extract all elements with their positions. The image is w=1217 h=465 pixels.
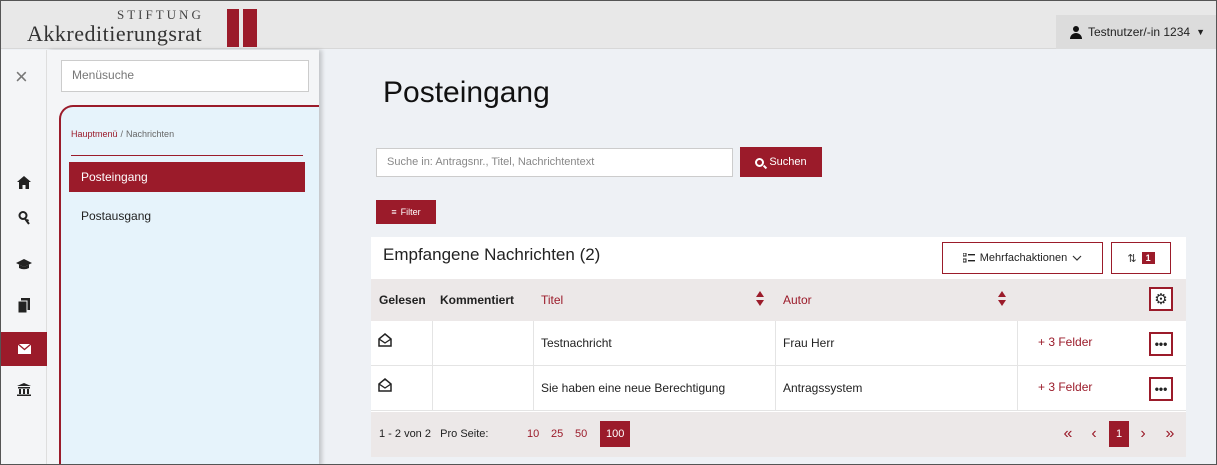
logo-name-text: Akkreditierungsrat [27,21,203,46]
column-divider [775,366,776,411]
column-read: Gelesen [379,293,426,307]
row-title: Sie haben eine neue Berechtigung [541,381,726,395]
row-author: Frau Herr [783,336,835,350]
row-title: Testnachricht [541,336,612,350]
user-name: Testnutzer/-in 1234 [1088,25,1191,39]
home-icon[interactable] [1,165,47,199]
breadcrumb-current: Nachrichten [126,129,175,139]
menu-item-postausgang[interactable]: Postausgang [69,201,305,231]
per-page-100[interactable]: 100 [600,421,631,447]
logo-bar-right [243,9,257,47]
documents-icon[interactable] [1,288,47,322]
bulk-actions-button[interactable]: Mehrfachaktionen [942,242,1103,274]
per-page-label: Pro Seite: [440,428,489,440]
app-window: STIFTUNG Akkreditierungsrat Testnutzer/-… [0,0,1217,465]
graduation-cap-icon[interactable] [1,247,47,281]
breadcrumb-separator: / [120,129,124,139]
user-icon [1070,25,1082,39]
open-envelope-icon [378,378,392,392]
row-actions-button[interactable]: ••• [1149,332,1173,356]
sort-count-badge: 1 [1141,252,1155,264]
checklist-icon [962,253,975,263]
top-bar: STIFTUNG Akkreditierungsrat Testnutzer/-… [1,1,1216,49]
gear-icon[interactable]: ⚙ [1149,287,1173,311]
menu-search-input[interactable]: Menüsuche [61,60,309,92]
result-count: 1 - 2 von 2 Pro Seite: [379,428,488,440]
row-actions-button[interactable]: ••• [1149,377,1173,401]
search-button[interactable]: Suchen [740,147,822,177]
column-divider [432,321,433,366]
column-divider [1017,321,1018,366]
expand-fields-link[interactable]: + 3 Felder [1038,335,1092,349]
expand-fields-link[interactable]: + 3 Felder [1038,380,1092,394]
sort-icon: ⇅ [1127,252,1137,265]
logo-bar-left [227,9,239,47]
user-menu-button[interactable]: Testnutzer/-in 1234 ▼ [1056,15,1216,49]
table-footer: 1 - 2 von 2 Pro Seite: 10 25 50 100 « ‹ … [371,412,1186,457]
previous-page-button[interactable]: ‹ [1085,421,1103,447]
icon-rail: × [1,50,47,464]
menu-box: Hauptmenü / Nachrichten Posteingang Postau… [59,105,319,464]
column-divider [533,366,534,411]
table-row[interactable]: Sie haben eine neue Berechtigung Antrags… [371,366,1186,411]
search-icon [755,157,765,167]
first-page-button[interactable]: « [1057,421,1079,447]
per-page-25[interactable]: 25 [545,421,569,447]
breadcrumb: Hauptmenü / Nachrichten [71,129,174,139]
search-input[interactable]: Suche in: Antragsnr., Titel, Nachrichten… [376,148,733,177]
institution-icon[interactable] [1,372,47,406]
key-icon[interactable] [1,201,47,235]
menu-divider [71,155,303,156]
column-title[interactable]: Titel [541,293,563,307]
messages-card: Empfangene Nachrichten (2) Mehrfachaktio… [371,237,1186,457]
per-page-50[interactable]: 50 [569,421,593,447]
filter-button-label: Filter [400,207,421,217]
envelope-icon[interactable] [1,332,47,366]
caret-down-icon: ▼ [1196,27,1205,37]
chevron-down-icon [1072,255,1082,261]
sort-arrows-icon[interactable] [998,291,1006,307]
bulk-actions-label: Mehrfachaktionen [979,252,1068,264]
result-range: 1 - 2 von 2 [379,428,431,440]
column-divider [432,366,433,411]
sort-arrows-icon[interactable] [756,291,764,307]
list-title: Empfangene Nachrichten (2) [383,245,601,264]
per-page-10[interactable]: 10 [521,421,545,447]
next-page-button[interactable]: › [1134,421,1152,447]
column-divider [533,321,534,366]
row-author: Antragssystem [783,381,863,395]
table-row[interactable]: Testnachricht Frau Herr + 3 Felder ••• [371,321,1186,366]
filter-icon: ≡ [391,207,397,217]
filter-button[interactable]: ≡ Filter [376,200,436,224]
column-divider [1017,366,1018,411]
close-icon[interactable]: × [15,66,28,88]
table-header: Gelesen Kommentiert Titel Autor ⚙ [371,279,1186,321]
sort-button[interactable]: ⇅ 1 [1111,242,1171,274]
main-content: Posteingang Suche in: Antragsnr., Titel,… [321,50,1216,464]
page-title: Posteingang [383,76,550,109]
column-author[interactable]: Autor [783,293,812,307]
menu-panel: Menüsuche Hauptmenü / Nachrichten Posteing… [47,50,319,464]
open-envelope-icon [378,333,392,347]
column-divider [775,321,776,366]
current-page-button[interactable]: 1 [1109,421,1129,447]
column-commented: Kommentiert [440,293,515,307]
search-button-label: Suchen [769,156,807,168]
breadcrumb-root[interactable]: Hauptmenü [71,129,118,139]
menu-item-posteingang[interactable]: Posteingang [69,162,305,192]
last-page-button[interactable]: » [1159,421,1181,447]
